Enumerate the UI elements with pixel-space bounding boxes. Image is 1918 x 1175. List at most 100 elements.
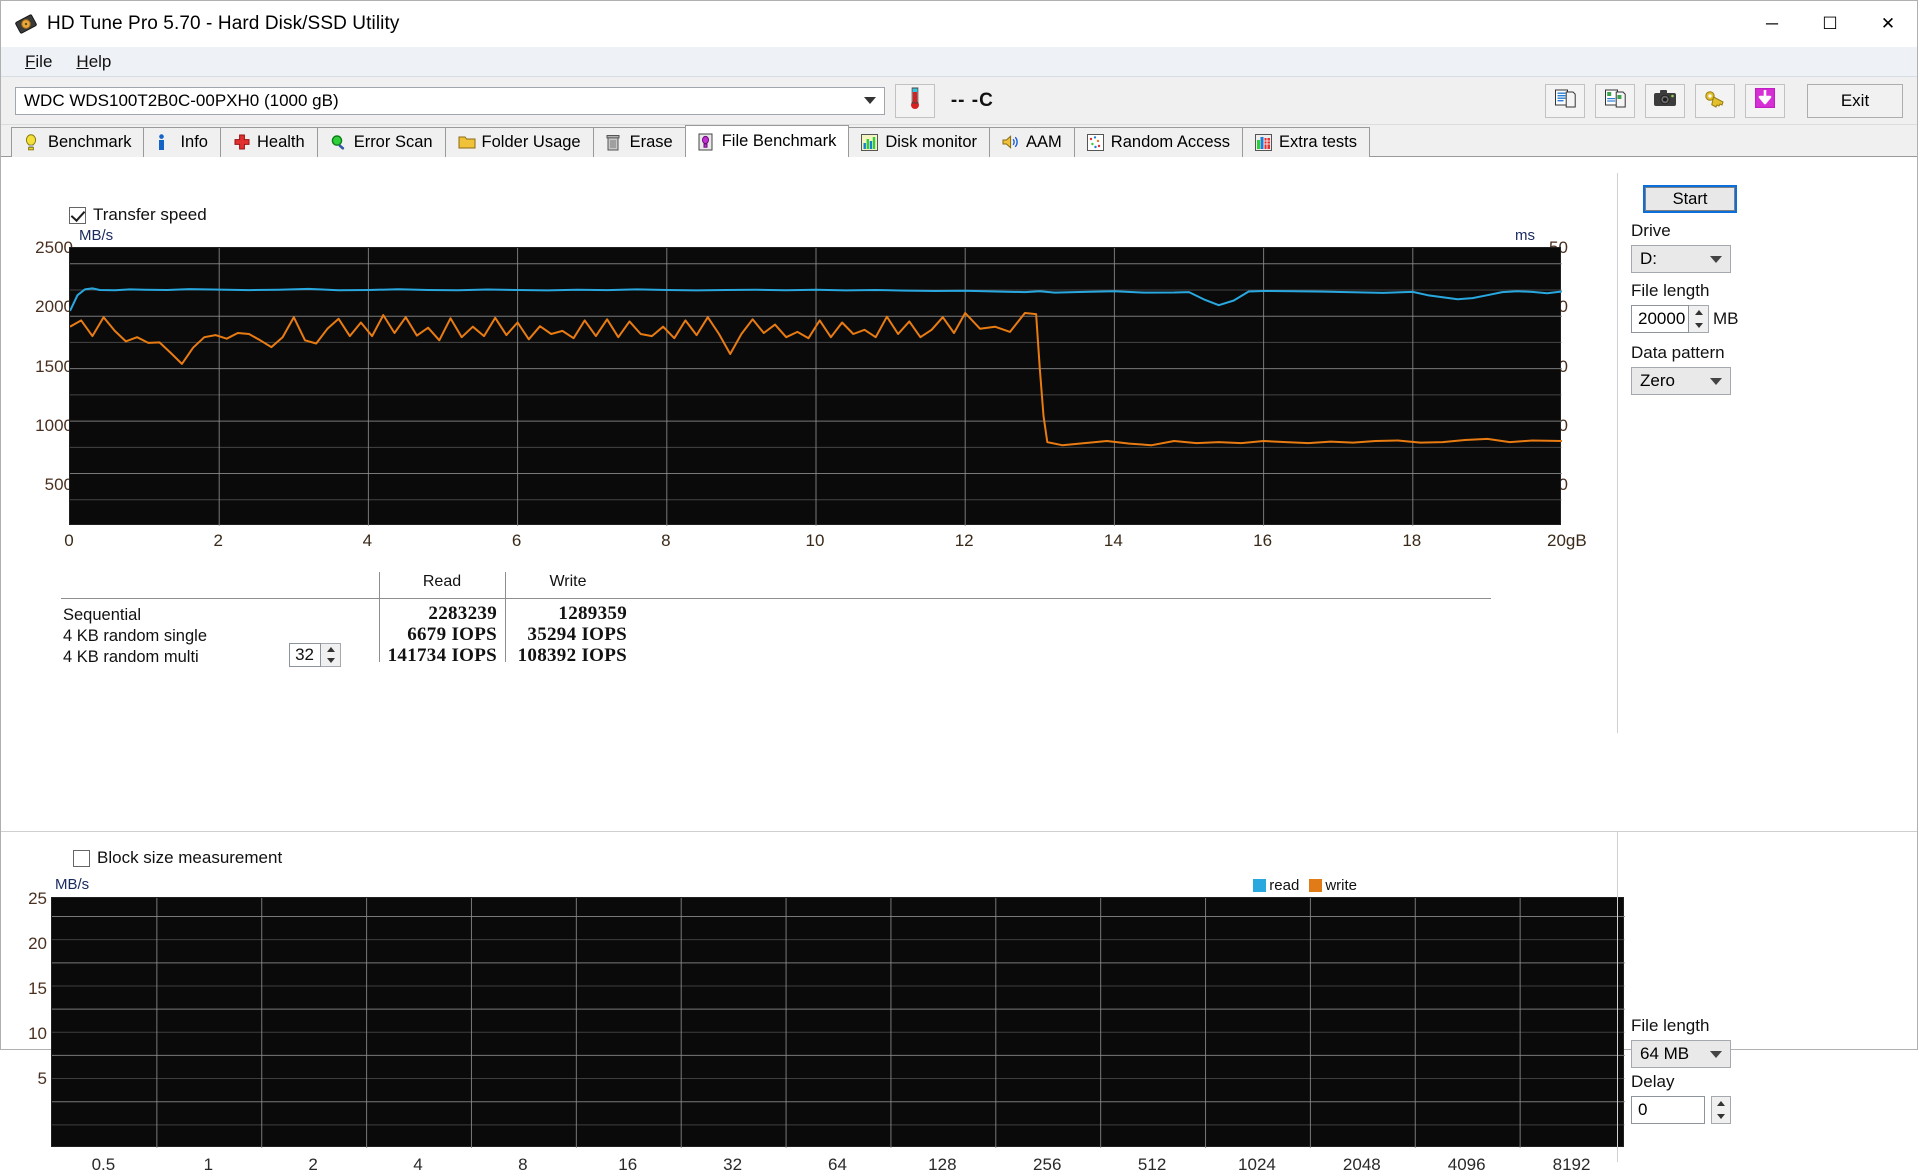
queue-depth-increment[interactable] bbox=[321, 644, 340, 655]
triangle-up-icon bbox=[1717, 1101, 1725, 1106]
delay-input[interactable]: 0 bbox=[1631, 1096, 1705, 1124]
transfer-speed-panel: Transfer speed MB/s ms 2500 2000 1500 10… bbox=[1, 157, 1917, 829]
tab-folder-usage-label: Folder Usage bbox=[482, 133, 581, 152]
x-tick-0: 0 bbox=[39, 531, 99, 551]
results-table: Read Write Sequential 2283239 1289359 4 … bbox=[61, 572, 1491, 662]
delay-spinner[interactable]: 0 bbox=[1631, 1096, 1731, 1124]
block-size-checkbox-row[interactable]: Block size measurement bbox=[73, 848, 282, 868]
transfer-speed-checkbox[interactable] bbox=[69, 207, 86, 224]
block-x-tick-256: 256 bbox=[1007, 1155, 1087, 1175]
x-tick-4: 4 bbox=[337, 531, 397, 551]
block-x-tick-32: 32 bbox=[693, 1155, 773, 1175]
row-random-single-write: 35294 IOPS bbox=[505, 624, 627, 646]
start-button[interactable]: Start bbox=[1645, 187, 1735, 211]
tab-file-benchmark[interactable]: File Benchmark bbox=[685, 125, 850, 157]
bar-chart-icon bbox=[861, 134, 878, 152]
tab-benchmark-label: Benchmark bbox=[48, 133, 131, 152]
block-x-tick-512: 512 bbox=[1112, 1155, 1192, 1175]
menu-file-label: ile bbox=[35, 52, 52, 71]
chevron-down-icon bbox=[864, 97, 876, 104]
camera-icon bbox=[1653, 88, 1677, 113]
file-length-spin-buttons[interactable] bbox=[1689, 305, 1709, 333]
copy-text-icon bbox=[1554, 87, 1576, 114]
copy-text-button[interactable] bbox=[1545, 84, 1585, 118]
drive-label: Drive bbox=[1631, 221, 1671, 241]
x-tick-20gB: 20gB bbox=[1547, 531, 1607, 551]
file-length-label: File length bbox=[1631, 281, 1709, 301]
tab-random-access[interactable]: Random Access bbox=[1074, 127, 1243, 157]
app-icon bbox=[15, 13, 37, 35]
window-controls: ─ ☐ ✕ bbox=[1743, 1, 1917, 47]
delay-decrement[interactable] bbox=[1712, 1110, 1730, 1123]
tab-extra-tests[interactable]: Extra tests bbox=[1242, 127, 1370, 157]
app-window: HD Tune Pro 5.70 - Hard Disk/SSD Utility… bbox=[0, 0, 1918, 1050]
y-tick-1500: 1500 bbox=[23, 357, 73, 377]
queue-depth-spinner[interactable]: 32 bbox=[289, 643, 341, 667]
x-tick-6: 6 bbox=[487, 531, 547, 551]
window-title: HD Tune Pro 5.70 - Hard Disk/SSD Utility bbox=[47, 13, 399, 35]
info-icon bbox=[156, 134, 173, 152]
chevron-down-icon bbox=[1710, 256, 1722, 263]
legend-read-swatch bbox=[1253, 879, 1266, 892]
legend-read: read bbox=[1253, 877, 1299, 894]
tab-error-scan[interactable]: Error Scan bbox=[317, 127, 446, 157]
health-cross-icon bbox=[233, 134, 250, 152]
magnifier-icon bbox=[330, 134, 347, 152]
data-pattern-combo[interactable]: Zero bbox=[1631, 367, 1731, 395]
transfer-speed-checkbox-row[interactable]: Transfer speed bbox=[69, 205, 207, 225]
content-area: Transfer speed MB/s ms 2500 2000 1500 10… bbox=[1, 157, 1917, 1049]
tab-info[interactable]: Info bbox=[143, 127, 221, 157]
delay-increment[interactable] bbox=[1712, 1097, 1730, 1110]
tab-disk-monitor[interactable]: Disk monitor bbox=[848, 127, 990, 157]
copy-image-button[interactable] bbox=[1595, 84, 1635, 118]
x-tick-16: 16 bbox=[1233, 531, 1293, 551]
row-sequential-write: 1289359 bbox=[505, 603, 627, 625]
exit-button[interactable]: Exit bbox=[1807, 84, 1903, 118]
row-random-multi-read: 141734 IOPS bbox=[379, 645, 497, 667]
block-x-tick-8: 8 bbox=[483, 1155, 563, 1175]
temperature-button[interactable] bbox=[895, 84, 935, 118]
drive-selector[interactable]: WDC WDS100T2B0C-00PXH0 (1000 gB) bbox=[15, 87, 885, 115]
maximize-button[interactable]: ☐ bbox=[1801, 1, 1859, 47]
trash-icon bbox=[606, 134, 623, 152]
queue-depth-input[interactable]: 32 bbox=[289, 643, 321, 667]
triangle-up-icon bbox=[327, 647, 335, 652]
file-length-increment[interactable] bbox=[1689, 306, 1708, 319]
row-random-multi-label: 4 KB random multi bbox=[63, 648, 199, 667]
file-length-spinner[interactable]: 20000 MB bbox=[1631, 305, 1739, 333]
triangle-down-icon bbox=[1717, 1114, 1725, 1119]
row-sequential-read: 2283239 bbox=[379, 603, 497, 625]
menu-file[interactable]: File bbox=[13, 49, 64, 75]
minimize-button[interactable]: ─ bbox=[1743, 1, 1801, 47]
tab-health[interactable]: Health bbox=[220, 127, 318, 157]
tab-benchmark[interactable]: Benchmark bbox=[11, 127, 144, 157]
block-file-length-combo[interactable]: 64 MB bbox=[1631, 1040, 1731, 1068]
queue-depth-decrement[interactable] bbox=[321, 655, 340, 666]
block-x-tick-2048: 2048 bbox=[1322, 1155, 1402, 1175]
menu-help[interactable]: Help bbox=[64, 49, 123, 75]
block-size-panel: Block size measurement MB/s read write 2… bbox=[1, 831, 1917, 1049]
tab-aam[interactable]: AAM bbox=[989, 127, 1075, 157]
screenshot-button[interactable] bbox=[1645, 84, 1685, 118]
close-button[interactable]: ✕ bbox=[1859, 1, 1917, 47]
queue-depth-spin-buttons[interactable] bbox=[321, 643, 341, 667]
block-x-tick-0.5: 0.5 bbox=[63, 1155, 143, 1175]
settings-button[interactable] bbox=[1695, 84, 1735, 118]
delay-spin-buttons[interactable] bbox=[1711, 1096, 1731, 1124]
y-tick-1000: 1000 bbox=[23, 416, 73, 436]
file-length-decrement[interactable] bbox=[1689, 319, 1708, 332]
triangle-up-icon bbox=[1695, 310, 1703, 315]
legend-write-label: write bbox=[1325, 877, 1357, 894]
block-size-checkbox[interactable] bbox=[73, 850, 90, 867]
block-x-tick-1: 1 bbox=[168, 1155, 248, 1175]
tab-erase[interactable]: Erase bbox=[593, 127, 686, 157]
data-pattern-label: Data pattern bbox=[1631, 343, 1725, 363]
block-size-controls: File length 64 MB Delay 0 bbox=[1617, 832, 1917, 1049]
block-x-tick-2: 2 bbox=[273, 1155, 353, 1175]
block-x-tick-128: 128 bbox=[902, 1155, 982, 1175]
drive-combo[interactable]: D: bbox=[1631, 245, 1731, 273]
tab-folder-usage[interactable]: Folder Usage bbox=[445, 127, 594, 157]
tab-disk-monitor-label: Disk monitor bbox=[885, 133, 977, 152]
file-length-input[interactable]: 20000 bbox=[1631, 305, 1689, 333]
save-button[interactable] bbox=[1745, 84, 1785, 118]
